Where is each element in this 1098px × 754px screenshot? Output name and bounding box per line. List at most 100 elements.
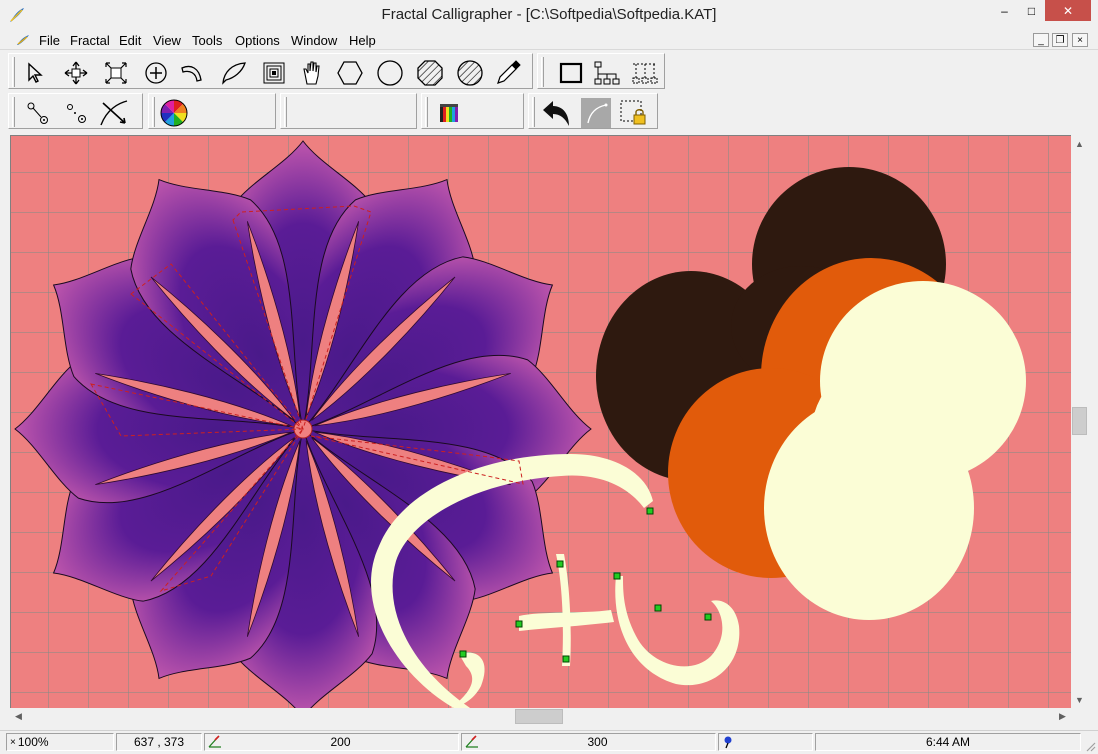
toolbar-row-1	[0, 51, 1098, 91]
tree-icon[interactable]	[592, 58, 622, 88]
menu-help[interactable]: Help	[349, 33, 376, 48]
menu-tools[interactable]: Tools	[192, 33, 222, 48]
window-title: Fractal Calligrapher - [C:\Softpedia\Sof…	[381, 6, 717, 23]
coords-value: 637 , 373	[133, 735, 185, 749]
drawing-canvas[interactable]	[10, 135, 1071, 708]
resize-grip-icon[interactable]	[1084, 740, 1096, 752]
pin-pane	[718, 733, 813, 751]
toolbar-grip[interactable]	[12, 57, 15, 87]
value2: 300	[587, 735, 608, 749]
value2-pane: 300	[461, 733, 716, 751]
zoom-pane: × 100%	[6, 733, 114, 751]
vertical-scrollbar[interactable]: ▲ ▼	[1071, 135, 1088, 708]
control-handle[interactable]	[515, 620, 523, 628]
control-handle[interactable]	[654, 604, 662, 612]
add-point-icon[interactable]	[141, 58, 171, 88]
hatched-octagon-icon[interactable]	[415, 58, 445, 88]
palette-group	[148, 93, 276, 129]
control-handle[interactable]	[556, 560, 564, 568]
toolbar-grip[interactable]	[425, 97, 428, 127]
mdi-minimize-icon: _	[1038, 34, 1044, 46]
toolbar-grip[interactable]	[541, 57, 544, 87]
toolbar-grip[interactable]	[532, 97, 535, 127]
scroll-right-arrow-icon[interactable]: ▶	[1054, 708, 1071, 725]
select-arrow-icon[interactable]	[21, 58, 51, 88]
scroll-left-arrow-icon[interactable]: ◀	[10, 708, 27, 725]
horizontal-scroll-thumb[interactable]	[515, 709, 563, 724]
menu-window[interactable]: Window	[291, 33, 337, 48]
fractal-drawing[interactable]	[11, 136, 1071, 708]
maximize-icon: □	[1027, 3, 1036, 18]
value1: 200	[330, 735, 351, 749]
cream-blob-mid[interactable]	[811, 356, 971, 516]
hexagon-icon[interactable]	[335, 58, 365, 88]
clock: 6:44 AM	[925, 735, 971, 749]
value1-pane: 200	[204, 733, 459, 751]
lock-selection-icon[interactable]	[619, 98, 649, 128]
pipette-icon[interactable]	[493, 58, 523, 88]
menu-view[interactable]: View	[153, 33, 181, 48]
dotted-tree-icon[interactable]	[630, 58, 660, 88]
frame-icon[interactable]	[259, 58, 289, 88]
menu-file[interactable]: File	[39, 33, 60, 48]
edit-tools-group	[528, 93, 658, 129]
maximize-button[interactable]: □	[1018, 0, 1045, 21]
vertical-scroll-thumb[interactable]	[1072, 407, 1087, 435]
node-alt-icon[interactable]	[61, 98, 91, 128]
status-bar: × 100% 637 , 373 200 300 6:44 AM	[0, 730, 1098, 754]
color-bars-icon[interactable]	[434, 98, 464, 128]
curve-gray-icon[interactable]	[581, 98, 611, 128]
zoom-x-icon: ×	[10, 736, 16, 748]
structure-tools-group	[537, 53, 665, 89]
minimize-button[interactable]: –	[991, 0, 1018, 21]
move-icon[interactable]	[61, 58, 91, 88]
angle-icon	[208, 735, 221, 748]
toolbar-grip[interactable]	[12, 97, 15, 127]
coords-pane: 637 , 373	[116, 733, 202, 751]
bezier-icon[interactable]	[99, 98, 129, 128]
mdi-close-button[interactable]: ×	[1072, 33, 1088, 47]
menu-bar: File Fractal Edit View Tools Options Win…	[0, 30, 1098, 50]
empty-toolbar-group	[280, 93, 417, 129]
menu-fractal[interactable]: Fractal	[70, 33, 110, 48]
time-pane: 6:44 AM	[815, 733, 1081, 751]
control-handle[interactable]	[459, 650, 467, 658]
control-handle[interactable]	[704, 613, 712, 621]
scroll-up-arrow-icon[interactable]: ▲	[1071, 135, 1088, 152]
document-icon[interactable]	[15, 33, 31, 47]
scroll-down-arrow-icon[interactable]: ▼	[1071, 691, 1088, 708]
pin-icon	[724, 736, 732, 749]
color-wheel-icon[interactable]	[159, 98, 189, 128]
toolbar-grip[interactable]	[284, 97, 287, 127]
node-tools-group	[8, 93, 143, 129]
mdi-restore-icon: ❐	[1055, 34, 1065, 46]
mdi-minimize-button[interactable]: _	[1033, 33, 1049, 47]
minimize-icon: –	[1001, 3, 1008, 18]
rectangle-icon[interactable]	[556, 58, 586, 88]
control-handle[interactable]	[562, 655, 570, 663]
toolbar-grip[interactable]	[152, 97, 155, 127]
hatched-circle-icon[interactable]	[455, 58, 485, 88]
menu-options[interactable]: Options	[235, 33, 280, 48]
hand-icon[interactable]	[297, 58, 327, 88]
circle-icon[interactable]	[375, 58, 405, 88]
color-bars-group	[421, 93, 524, 129]
mdi-close-icon: ×	[1077, 34, 1083, 46]
menu-edit[interactable]: Edit	[119, 33, 141, 48]
angle-icon-2	[465, 735, 478, 748]
drawing-tools-group	[8, 53, 533, 89]
zoom-value: 100%	[17, 735, 49, 749]
horizontal-scrollbar[interactable]: ◀ ▶	[10, 708, 1071, 725]
undo-arrow-icon[interactable]	[541, 98, 571, 128]
scale-icon[interactable]	[101, 58, 131, 88]
close-icon: ✕	[1062, 3, 1074, 18]
control-handle[interactable]	[646, 507, 654, 515]
toolbar-row-2	[0, 91, 1098, 133]
mdi-restore-button[interactable]: ❐	[1052, 33, 1068, 47]
node-icon[interactable]	[23, 98, 53, 128]
title-bar: Fractal Calligrapher - [C:\Softpedia\Sof…	[0, 0, 1098, 30]
leaf-icon[interactable]	[219, 58, 249, 88]
control-handle[interactable]	[613, 572, 621, 580]
curve-icon[interactable]	[177, 58, 207, 88]
close-button[interactable]: ✕	[1045, 0, 1091, 21]
